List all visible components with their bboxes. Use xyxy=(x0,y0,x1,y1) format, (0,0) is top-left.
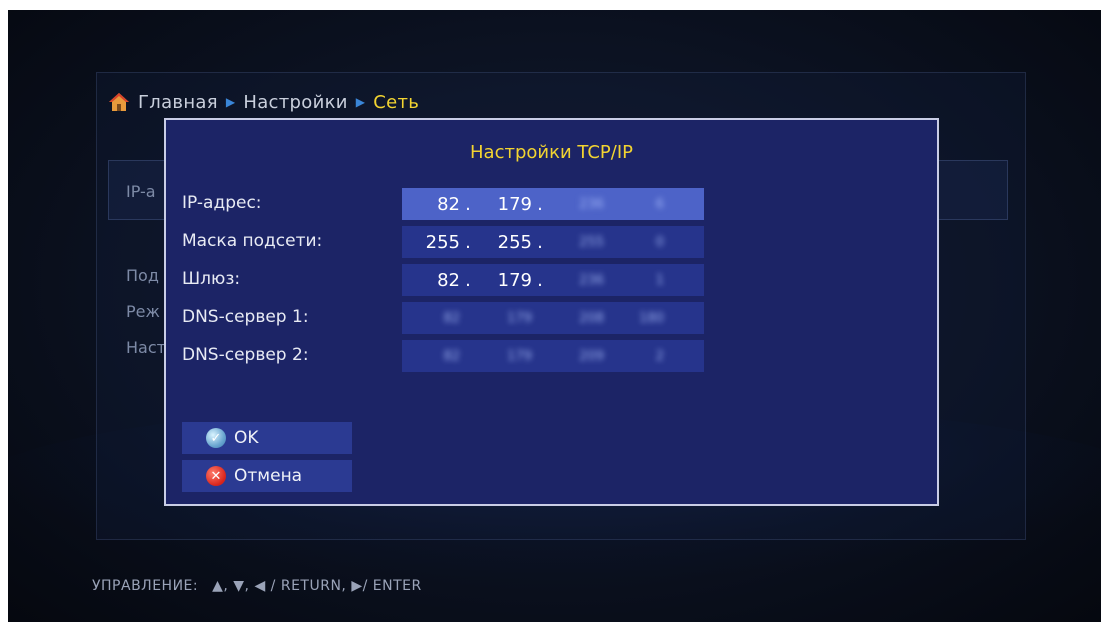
dns-server-2-field[interactable]: 82 179 209 2 xyxy=(402,340,704,372)
octet: 180 xyxy=(639,310,664,326)
breadcrumb-item-home[interactable]: Главная xyxy=(138,92,218,113)
breadcrumb: Главная ▶ Настройки ▶ Сеть xyxy=(108,90,419,114)
background-list-item: Под xyxy=(126,266,159,285)
octet: 82 xyxy=(437,269,460,291)
octet: 255 xyxy=(497,231,532,253)
octet-separator: . xyxy=(465,269,471,291)
octet-separator: . xyxy=(465,231,471,253)
octet: 6 xyxy=(655,196,664,212)
octet: 179 xyxy=(497,269,532,291)
ip-address-label: IP-адрес: xyxy=(182,193,262,213)
dns-server-1-label: DNS-сервер 1: xyxy=(182,307,309,327)
dns-server-2-label: DNS-сервер 2: xyxy=(182,345,309,365)
dns-server-1-field[interactable]: 82 179 208 180 xyxy=(402,302,704,334)
chevron-right-icon: ▶ xyxy=(355,95,366,109)
octet: 179 xyxy=(507,310,532,326)
chevron-right-icon: ▶ xyxy=(225,95,236,109)
octet: 82 xyxy=(437,193,460,215)
octet: 209 xyxy=(579,348,604,364)
octet-separator: . xyxy=(537,193,543,215)
octet: 208 xyxy=(579,310,604,326)
octet: 255 xyxy=(425,231,460,253)
octet: 2 xyxy=(655,348,664,364)
cancel-button[interactable]: ✕ Отмена xyxy=(182,460,352,492)
checkmark-icon: ✓ xyxy=(206,428,226,448)
subnet-mask-label: Маска подсети: xyxy=(182,231,323,251)
octet: 255 xyxy=(579,234,604,250)
octet: 0 xyxy=(655,234,664,250)
octet: 236 xyxy=(579,272,604,288)
ok-button-label: OK xyxy=(234,428,259,448)
background-list-item: Наст xyxy=(126,338,166,357)
ip-address-field[interactable]: 82 . 179 . 236 6 xyxy=(402,188,704,220)
controls-keys: ▲, ▼, ◀ / RETURN, ▶/ ENTER xyxy=(212,578,422,594)
background-ip-label: IP-а xyxy=(126,182,156,201)
tcp-ip-settings-dialog: Настройки TCP/IP IP-адрес: 82 . 179 . 23… xyxy=(164,118,939,506)
octet-separator: . xyxy=(537,231,543,253)
octet: 1 xyxy=(655,272,664,288)
octet-separator: . xyxy=(465,193,471,215)
octet-separator: . xyxy=(537,269,543,291)
gateway-label: Шлюз: xyxy=(182,269,241,289)
breadcrumb-item-network: Сеть xyxy=(373,91,420,113)
controls-hint: УПРАВЛЕНИЕ: ▲, ▼, ◀ / RETURN, ▶/ ENTER xyxy=(92,578,422,594)
octet: 82 xyxy=(443,310,460,326)
octet: 179 xyxy=(497,193,532,215)
ok-button[interactable]: ✓ OK xyxy=(182,422,352,454)
cancel-button-label: Отмена xyxy=(234,466,303,486)
dialog-title: Настройки TCP/IP xyxy=(470,142,633,163)
subnet-mask-field[interactable]: 255 . 255 . 255 0 xyxy=(402,226,704,258)
home-icon xyxy=(109,93,129,111)
background-list-item: Реж xyxy=(126,302,160,321)
breadcrumb-item-settings[interactable]: Настройки xyxy=(243,92,347,113)
controls-label: УПРАВЛЕНИЕ: xyxy=(92,578,199,594)
octet: 236 xyxy=(579,196,604,212)
gateway-field[interactable]: 82 . 179 . 236 1 xyxy=(402,264,704,296)
close-icon: ✕ xyxy=(206,466,226,486)
octet: 179 xyxy=(507,348,532,364)
octet: 82 xyxy=(443,348,460,364)
